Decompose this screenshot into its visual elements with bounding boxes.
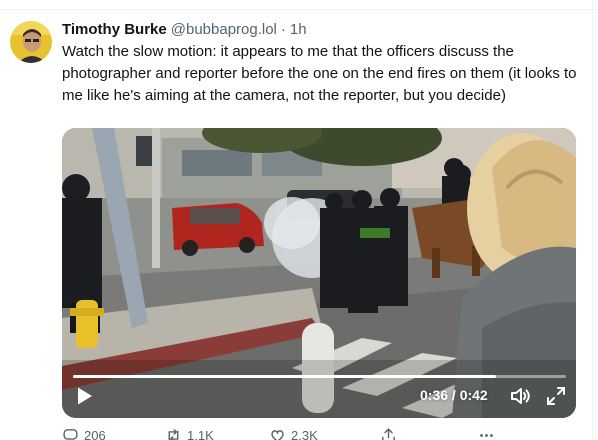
repost-count: 1.1K [187,427,214,440]
fullscreen-icon [547,387,565,405]
reply-icon [63,429,78,440]
heart-icon [271,430,284,440]
video-time: 0:36 / 0:42 [420,387,488,403]
like-button[interactable]: 2.3K [269,427,318,440]
repost-button[interactable]: 1.1K [165,427,214,440]
user-handle[interactable]: @bubbaprog.lol [171,20,277,40]
repost-icon [168,429,179,440]
fullscreen-button[interactable] [544,384,568,408]
volume-button[interactable] [508,384,532,408]
more-icon [480,434,493,437]
play-button[interactable] [72,384,96,408]
avatar[interactable] [10,21,52,63]
top-divider [0,0,598,10]
volume-icon [511,388,530,404]
play-icon [78,387,92,405]
tweet-actions: 206 1.1K 2.3K [62,427,512,440]
tweet-text: Watch the slow motion: it appears to me … [62,43,577,104]
share-icon [382,428,395,440]
reply-count: 206 [84,427,106,440]
more-button[interactable] [478,427,500,440]
right-divider [592,0,598,440]
separator-dot: · [280,21,286,38]
video-progress-fill [73,375,496,378]
like-count: 2.3K [291,427,318,440]
video-player[interactable]: 0:36 / 0:42 [62,128,576,418]
tweet-header: Timothy Burke @bubbaprog.lol · 1h [62,20,307,40]
timestamp[interactable]: 1h [290,20,307,40]
display-name[interactable]: Timothy Burke [62,20,167,40]
reply-button[interactable]: 206 [62,427,106,440]
share-button[interactable] [380,427,402,440]
video-controls: 0:36 / 0:42 [62,366,576,418]
video-progress-bar[interactable] [73,375,566,378]
